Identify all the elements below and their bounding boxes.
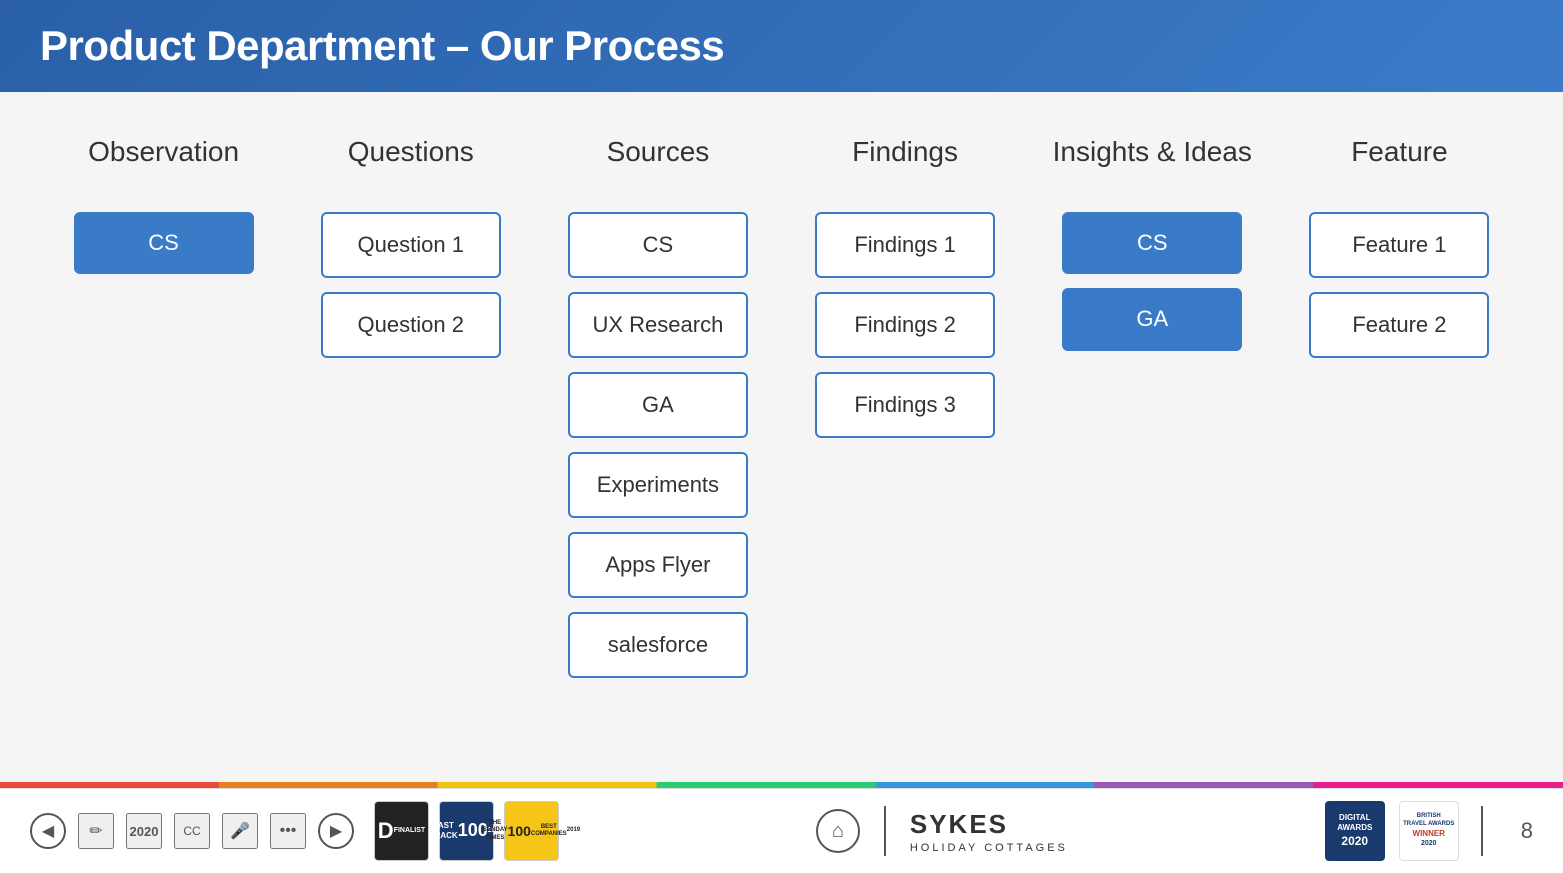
column-header-observation: Observation (88, 122, 239, 182)
item-questions-0[interactable]: Question 1 (321, 212, 501, 278)
footer-right: DIGITAL AWARDS 2020 BRITISH TRAVEL AWARD… (1325, 801, 1533, 861)
footer-divider (884, 806, 886, 856)
nav-prev-button[interactable]: ◀ (30, 813, 66, 849)
more-button[interactable]: ••• (270, 813, 306, 849)
column-items-insights-ideas: CS GA (1029, 212, 1276, 351)
column-items-observation: CS (40, 212, 287, 274)
column-header-insights-ideas: Insights & Ideas (1053, 122, 1252, 182)
sykes-subtext: HOLIDAY COTTAGES (910, 842, 1068, 854)
column-items-feature: Feature 1 Feature 2 (1276, 212, 1523, 358)
sykes-name: SYKES (910, 809, 1008, 840)
column-header-feature: Feature (1351, 122, 1448, 182)
sykes-logo-icon: ⌂ (816, 809, 860, 853)
item-feature-1[interactable]: Feature 2 (1309, 292, 1489, 358)
slide-header: Product Department – Our Process (0, 0, 1563, 92)
item-findings-1[interactable]: Findings 2 (815, 292, 995, 358)
column-items-sources: CS UX Research GA Experiments Apps Flyer sale… (534, 212, 781, 678)
item-questions-1[interactable]: Question 2 (321, 292, 501, 358)
footer-center: ⌂ SYKES HOLIDAY COTTAGES (559, 806, 1325, 856)
item-sources-3[interactable]: Experiments (568, 452, 748, 518)
slide-title: Product Department – Our Process (40, 22, 724, 70)
column-feature: Feature Feature 1 Feature 2 (1276, 122, 1523, 358)
column-insights-ideas: Insights & Ideas CS GA (1029, 122, 1276, 351)
column-findings: Findings Findings 1 Findings 2 Findings 3 (782, 122, 1029, 438)
column-sources: Sources CS UX Research GA Experiments Apps Fl… (534, 122, 781, 678)
column-header-questions: Questions (348, 122, 474, 182)
badge-group: D FINALIST FAST TRACK 100 2019 THE SUNDA… (374, 801, 559, 861)
slide-content: ObservationCSQuestionsQuestion 1Question… (0, 92, 1563, 782)
columns-container: ObservationCSQuestionsQuestion 1Question… (40, 122, 1523, 762)
item-sources-4[interactable]: Apps Flyer (568, 532, 748, 598)
item-sources-2[interactable]: GA (568, 372, 748, 438)
item-findings-2[interactable]: Findings 3 (815, 372, 995, 438)
item-insights-ideas-1[interactable]: GA (1062, 288, 1242, 350)
edit-button[interactable]: ✏ (78, 813, 114, 849)
british-travel-badge: BRITISH TRAVEL AWARDS WINNER 2020 (1399, 801, 1459, 861)
page-number-display[interactable]: 2020 (126, 813, 162, 849)
footer-left: ◀ ✏ 2020 CC 🎤 ••• ▶ D FINALIST FAST TRAC… (30, 801, 559, 861)
item-feature-0[interactable]: Feature 1 (1309, 212, 1489, 278)
footer-right-divider (1481, 806, 1483, 856)
column-items-findings: Findings 1 Findings 2 Findings 3 (782, 212, 1029, 438)
column-questions: Questions Question 1 Question 2 (287, 122, 534, 358)
item-sources-1[interactable]: UX Research (568, 292, 748, 358)
cc-button[interactable]: CC (174, 813, 210, 849)
column-header-sources: Sources (607, 122, 710, 182)
item-insights-ideas-0[interactable]: CS (1062, 212, 1242, 274)
badge-design: D FINALIST (374, 801, 429, 861)
page-number: 8 (1521, 818, 1533, 844)
item-findings-0[interactable]: Findings 1 (815, 212, 995, 278)
digital-awards-badge: DIGITAL AWARDS 2020 (1325, 801, 1385, 861)
nav-next-button[interactable]: ▶ (318, 813, 354, 849)
item-observation-0[interactable]: CS (74, 212, 254, 274)
mic-button[interactable]: 🎤 (222, 813, 258, 849)
item-sources-0[interactable]: CS (568, 212, 748, 278)
column-header-findings: Findings (852, 122, 958, 182)
badge-sunday-times: THE SUNDAY TIMES 100 BEST COMPANIES 2019 (504, 801, 559, 861)
item-sources-5[interactable]: salesforce (568, 612, 748, 678)
column-items-questions: Question 1 Question 2 (287, 212, 534, 358)
column-observation: Observation CS (40, 122, 287, 274)
slide-footer: ◀ ✏ 2020 CC 🎤 ••• ▶ D FINALIST FAST TRAC… (0, 788, 1563, 873)
